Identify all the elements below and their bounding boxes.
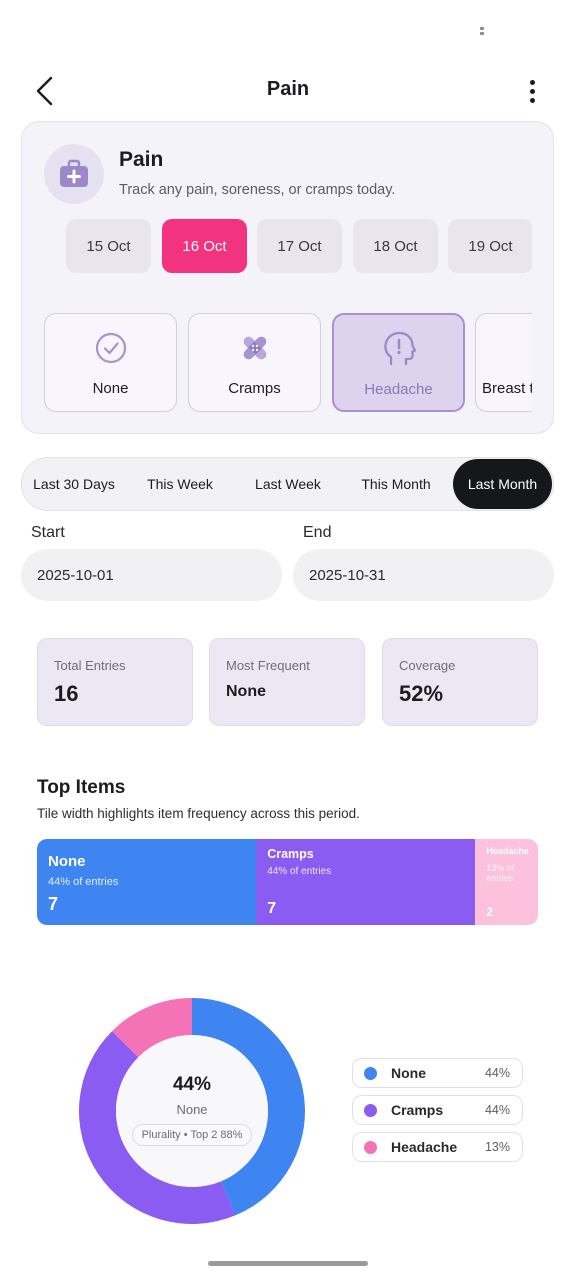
tab-this-week[interactable]: This Week [130,458,230,510]
tile-headache: Headache 13% of entries 2 [475,839,538,925]
stat-value: 52% [399,681,444,706]
stat-label: Coverage [399,658,456,673]
tab-last-week[interactable]: Last Week [238,458,338,510]
stat-label: Most Frequent [226,658,310,673]
top-items-subtitle: Tile width highlights item frequency acr… [37,806,360,821]
date-pill-18-oct[interactable]: 18 Oct [353,219,438,273]
symptom-label: None [92,380,129,397]
stat-label: Total Entries [54,658,126,673]
tile-none: None 44% of entries 7 [37,839,257,925]
more-options-button[interactable] [518,76,546,106]
legend-label: None [391,1065,426,1081]
top-app-bar: Pain [0,66,576,116]
symptom-label: Breast t [482,380,532,397]
donut-center-value: 44% [172,1074,212,1095]
medical-bag-icon [60,159,88,187]
stat-coverage: Coverage 52% [382,638,538,726]
top-items-tiles: None 44% of entries 7 Cramps 44% of entries 7… [37,839,538,925]
tab-last-30-days[interactable]: Last 30 Days [22,458,126,510]
start-label: Start [31,524,65,541]
date-pill-16-oct[interactable]: 16 Oct [162,219,247,273]
end-label: End [303,524,332,541]
tile-count: 2 [486,905,494,919]
tab-this-month[interactable]: This Month [344,458,448,510]
legend-dot [364,1067,377,1080]
legend-item-headache: Headache 13% [352,1132,523,1162]
symptom-selector: None Cramps Headache Breast t [44,313,532,413]
pain-card: Pain Track any pain, soreness, or cramps… [21,121,554,434]
legend-item-none: None 44% [352,1058,523,1088]
legend-value: 44% [484,1066,510,1080]
legend-label: Headache [391,1139,458,1155]
end-date-field[interactable]: 2025-10-31 [293,549,554,601]
legend-value: 44% [484,1103,510,1117]
page-title: Pain [266,78,310,100]
card-avatar [44,144,104,204]
tile-percent: 13% of entries [486,863,515,883]
head-alert-icon [383,331,416,366]
symptom-label: Headache [364,381,433,398]
date-pill-15-oct[interactable]: 15 Oct [66,219,151,273]
tile-count: 7 [48,894,59,914]
stat-value: None [226,683,266,700]
stat-most-frequent: Most Frequent None [209,638,365,726]
tile-cramps: Cramps 44% of entries 7 [256,839,476,925]
more-vert-icon [529,79,535,85]
donut-center: 44% None Plurality • Top 2 88% [78,997,306,1225]
card-title: Pain [119,148,164,171]
date-pill-17-oct[interactable]: 17 Oct [257,219,342,273]
symptom-option-headache[interactable]: Headache [332,313,465,412]
stat-total-entries: Total Entries 16 [37,638,193,726]
tile-label: Cramps [267,847,314,861]
donut-chart: 44% None Plurality • Top 2 88% [78,997,306,1225]
bandage-icon [243,336,266,360]
donut-center-pill: Plurality • Top 2 88% [131,1124,253,1146]
symptom-label: Cramps [228,380,281,397]
legend-dot [364,1141,377,1154]
symptom-option-cramps[interactable]: Cramps [188,313,321,412]
tab-last-month[interactable]: Last Month [453,459,552,509]
status-overflow [479,26,485,36]
tile-percent: 44% of entries [48,876,119,888]
top-items-title: Top Items [37,777,126,798]
symptom-option-none[interactable]: None [44,313,177,412]
date-selector: 15 Oct 16 Oct 17 Oct 18 Oct 19 Oct [66,219,532,275]
start-date-field[interactable]: 2025-10-01 [21,549,282,601]
donut-center-label: None [176,1102,208,1117]
legend-item-cramps: Cramps 44% [352,1095,523,1125]
tile-label: Headache [486,846,529,856]
check-circle-icon [95,332,126,364]
legend-value: 13% [484,1140,510,1154]
home-indicator[interactable] [208,1261,368,1266]
range-tabs: Last 30 Days This Week Last Week This Mo… [21,457,554,511]
tile-label: None [48,853,86,870]
legend-dot [364,1104,377,1117]
card-subtitle: Track any pain, soreness, or cramps toda… [119,182,396,198]
symptom-option-breast-tenderness[interactable]: Breast t [475,313,532,412]
legend-label: Cramps [391,1102,444,1118]
tile-percent: 44% of entries [267,866,332,877]
date-pill-19-oct[interactable]: 19 Oct [448,219,532,273]
tile-count: 7 [267,900,277,917]
stat-value: 16 [54,681,79,706]
